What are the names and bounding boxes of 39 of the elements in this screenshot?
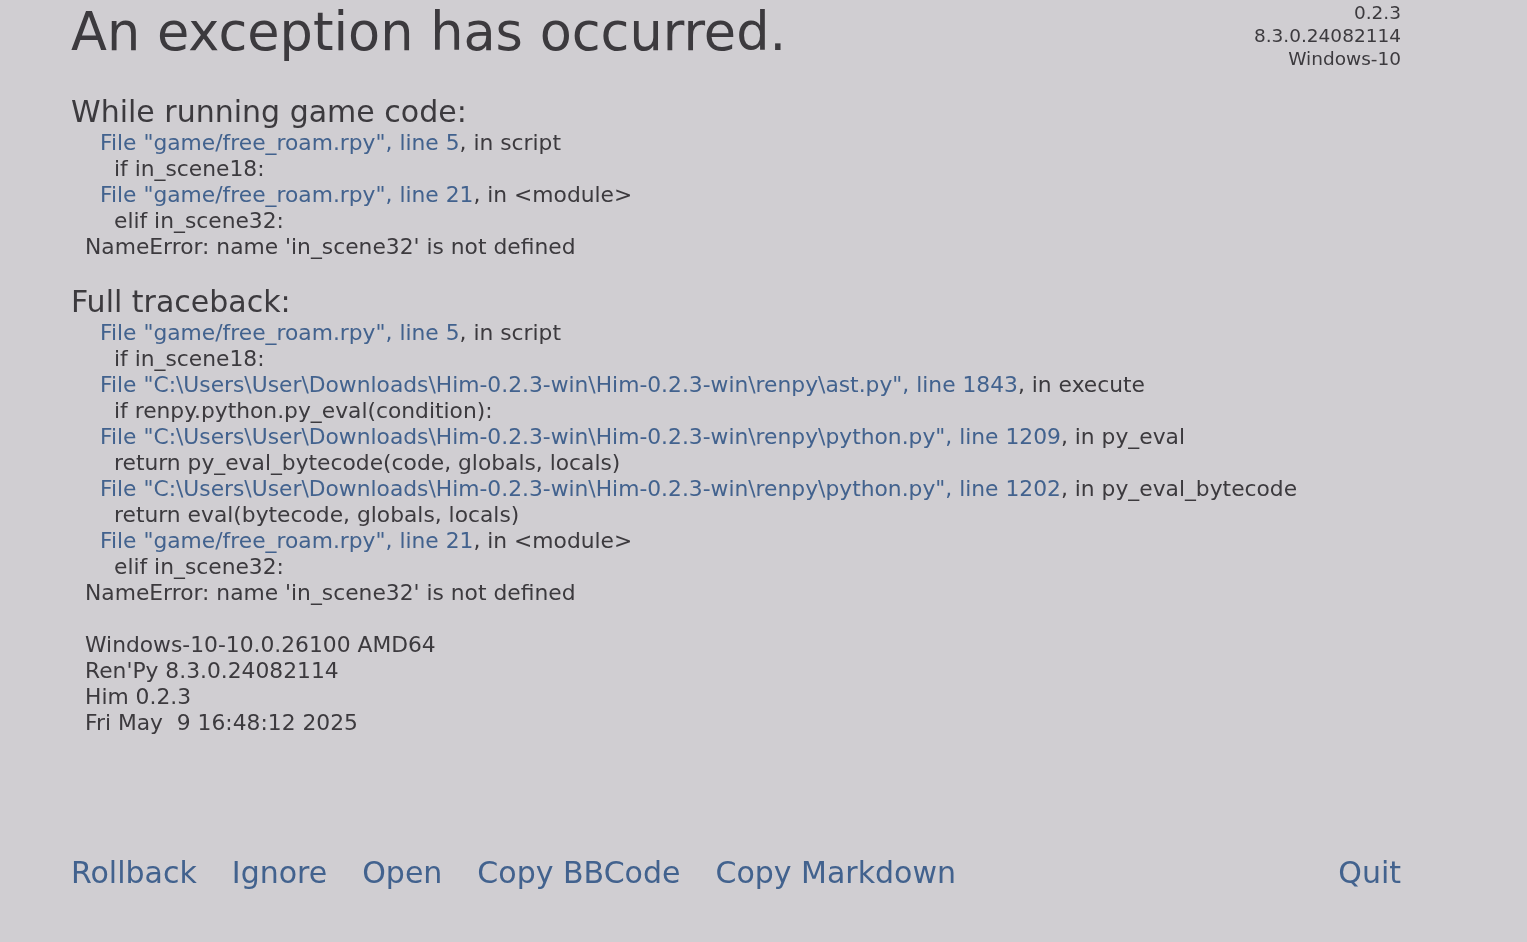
action-button[interactable]: Rollback xyxy=(71,856,197,890)
page-title: An exception has occurred. xyxy=(71,2,787,62)
code-line: if renpy.python.py_eval(condition): xyxy=(113,398,494,424)
traceback-line: File "game/free_roam.rpy", line 21, in <module> xyxy=(99,182,634,208)
action-button[interactable]: Ignore xyxy=(231,856,328,890)
version-text: Windows-10 xyxy=(1287,47,1401,70)
traceback-line: File "C:\Users\User\Downloads\Him-0.2.3-win\Him-0.2.3-win\renpy\python.py", line 1202, in py_eval_bytecode xyxy=(99,476,1299,502)
version-text: 0.2.3 xyxy=(1352,1,1401,24)
code-line: elif in_scene32: xyxy=(113,208,285,234)
traceback-line: File "C:\Users\User\Downloads\Him-0.2.3-win\Him-0.2.3-win\renpy\python.py", line 1209, in py_eval xyxy=(99,424,1186,450)
file-link[interactable]: File "C:\Users\User\Downloads\Him-0.2.3-win\Him-0.2.3-win\renpy\python.py", line 1209 xyxy=(100,424,1061,449)
section-heading: Full traceback: xyxy=(71,284,292,320)
code-line: return py_eval_bytecode(code, globals, locals) xyxy=(113,450,622,476)
file-link[interactable]: File "C:\Users\User\Downloads\Him-0.2.3-win\Him-0.2.3-win\renpy\ast.py", line 1843 xyxy=(100,372,1018,397)
code-line: elif in_scene32: xyxy=(113,554,285,580)
code-line: if in_scene18: xyxy=(113,346,266,372)
traceback-line: File "game/free_roam.rpy", line 5, in script xyxy=(99,130,562,156)
action-button[interactable]: Copy Markdown xyxy=(715,856,956,890)
action-button[interactable]: Copy BBCode xyxy=(477,856,681,890)
traceback-line: File "game/free_roam.rpy", line 5, in script xyxy=(99,320,562,346)
file-link[interactable]: File "game/free_roam.rpy", line 21 xyxy=(100,182,474,207)
file-link[interactable]: File "game/free_roam.rpy", line 21 xyxy=(100,528,474,553)
file-link[interactable]: File "game/free_roam.rpy", line 5 xyxy=(100,130,460,155)
system-info-line: Ren'Py 8.3.0.24082114 xyxy=(84,658,340,684)
system-info-line: Him 0.2.3 xyxy=(84,684,193,710)
traceback-line: File "game/free_roam.rpy", line 21, in <module> xyxy=(99,528,634,554)
system-info-line: Fri May 9 16:48:12 2025 xyxy=(84,710,359,736)
file-link[interactable]: File "C:\Users\User\Downloads\Him-0.2.3-win\Him-0.2.3-win\renpy\python.py", line 1202 xyxy=(100,476,1061,501)
section-heading: While running game code: xyxy=(71,94,468,130)
version-text: 8.3.0.24082114 xyxy=(1253,24,1401,47)
action-button[interactable]: Open xyxy=(362,856,443,890)
error-message: NameError: name 'in_scene32' is not defined xyxy=(84,580,577,606)
traceback-line: File "C:\Users\User\Downloads\Him-0.2.3-win\Him-0.2.3-win\renpy\ast.py", line 1843, in execute xyxy=(99,372,1147,398)
system-info-line: Windows-10-10.0.26100 AMD64 xyxy=(84,632,437,658)
file-link[interactable]: File "game/free_roam.rpy", line 5 xyxy=(100,320,460,345)
error-message: NameError: name 'in_scene32' is not defined xyxy=(84,234,577,260)
code-line: return eval(bytecode, globals, locals) xyxy=(113,502,521,528)
quit-button[interactable]: Quit xyxy=(1338,856,1401,890)
code-line: if in_scene18: xyxy=(113,156,266,182)
